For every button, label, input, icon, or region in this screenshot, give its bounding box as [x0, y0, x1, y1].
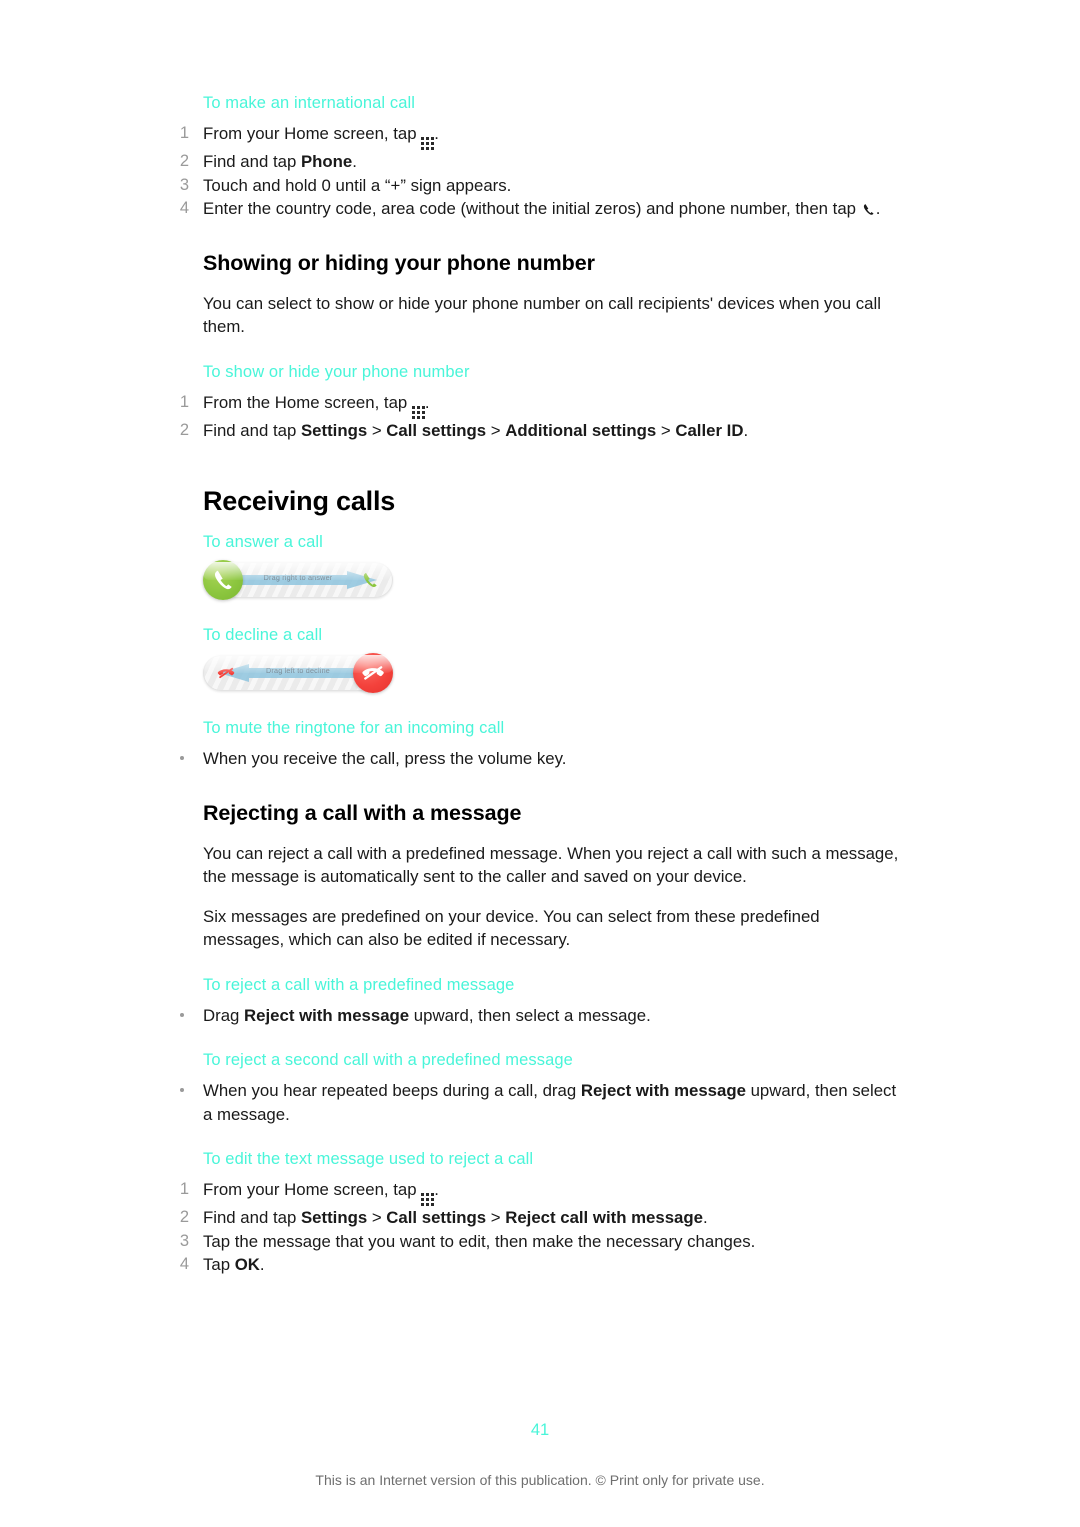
drag-left-to-decline-slider: Drag left to decline: [203, 651, 393, 695]
bullet-dot-icon: [180, 1088, 184, 1092]
step-text-tail: .: [743, 420, 749, 440]
steps-international-call: 1 From your Home screen, tap . 2 Find an…: [176, 122, 904, 221]
bullet-text: When you hear repeated beeps during a ca…: [203, 1081, 581, 1100]
list-item: When you hear repeated beeps during a ca…: [176, 1079, 904, 1126]
app-grid-icon: [411, 405, 425, 419]
step-text: Find and tap: [203, 152, 301, 171]
steps-edit-reject-text-message: 1 From your Home screen, tap . 2 Find an…: [176, 1178, 904, 1277]
bullet-dot-icon: [180, 1012, 184, 1017]
step-number: 3: [179, 1231, 189, 1250]
step-item: 2 Find and tap Phone.: [176, 150, 904, 174]
step-number: 4: [179, 199, 189, 217]
list-item: Drag Reject with message upward, then se…: [176, 1004, 904, 1028]
step-text: From your Home screen, tap: [203, 1180, 422, 1199]
step-item: 1 From the Home screen, tap .: [176, 391, 904, 419]
menu-path-call-settings: Call settings: [386, 1208, 487, 1227]
step-text: Tap: [203, 1255, 235, 1274]
page-content: To make an international call 1 From you…: [176, 94, 904, 1277]
step-number: 4: [179, 1255, 189, 1273]
heading-to-answer-a-call: To answer a call: [203, 533, 323, 551]
step-text-tail: .: [352, 152, 357, 171]
heading-to-make-an-international-call: To make an international call: [203, 94, 416, 112]
bullet-text: When you receive the call, press the vol…: [203, 749, 567, 768]
step-number: 1: [179, 1180, 189, 1198]
step-item: 3 Tap the message that you want to edit,…: [176, 1230, 904, 1254]
step-number: 2: [179, 420, 189, 439]
document-page: To make an international call 1 From you…: [0, 0, 1080, 1527]
step-text-tail: .: [424, 392, 430, 412]
heading-to-mute-the-ringtone: To mute the ringtone for an incoming cal…: [203, 719, 505, 737]
phone-handset-icon: [861, 202, 876, 217]
list-item: When you receive the call, press the vol…: [176, 747, 904, 771]
ui-label-ok: OK: [234, 1255, 260, 1274]
bullets-mute-ringtone: When you receive the call, press the vol…: [176, 747, 904, 771]
step-text: From the Home screen, tap: [203, 392, 412, 412]
step-item: 2 Find and tap Settings > Call settings …: [176, 1206, 904, 1230]
step-item: 4 Enter the country code, area code (wit…: [176, 197, 904, 221]
step-text: Tap the message that you want to edit, t…: [203, 1231, 756, 1251]
step-item: 3 Touch and hold 0 until a “+” sign appe…: [176, 174, 904, 198]
bullet-text-tail: upward, then select a message.: [409, 1005, 651, 1025]
step-item: 1 From your Home screen, tap .: [176, 1178, 904, 1206]
decline-call-knob: [353, 653, 393, 693]
heading-to-reject-a-second-call-with-a-predefined-message: To reject a second call with a predefine…: [203, 1051, 573, 1069]
step-text-tail: .: [434, 124, 439, 143]
menu-path-caller-id: Caller ID: [675, 420, 744, 440]
section-title-rejecting-a-call-with-a-message: Rejecting a call with a message: [203, 800, 522, 825]
paragraph-showing-hiding-intro: You can select to show or hide your phon…: [203, 293, 881, 337]
step-number: 1: [179, 124, 189, 142]
step-text: Enter the country code, area code (witho…: [203, 199, 861, 218]
ui-label-reject-with-message: Reject with message: [244, 1005, 410, 1025]
menu-path-separator: >: [656, 420, 676, 440]
menu-path-additional-settings: Additional settings: [505, 420, 657, 440]
step-text-tail: .: [875, 199, 881, 218]
menu-path-separator: >: [486, 1208, 506, 1227]
page-number: 41: [530, 1421, 550, 1439]
app-grid-icon: [421, 1193, 435, 1206]
menu-path-separator: >: [367, 420, 387, 440]
answer-call-knob: [203, 560, 243, 600]
drag-right-to-answer-slider: Drag right to answer: [203, 558, 393, 602]
step-item: 4 Tap OK.: [176, 1253, 904, 1277]
ui-label-reject-with-message: Reject with message: [580, 1081, 746, 1100]
bullet-text: Drag: [203, 1005, 245, 1025]
step-text-tail: .: [702, 1208, 708, 1227]
paragraph-rejecting-1: You can reject a call with a predefined …: [203, 843, 899, 887]
step-item: 2 Find and tap Settings > Call settings …: [176, 419, 904, 443]
phone-decline-icon: [216, 663, 236, 683]
heading-to-show-or-hide-your-phone-number: To show or hide your phone number: [203, 362, 470, 381]
bullet-dot-icon: [180, 756, 184, 760]
ui-label-phone: Phone: [300, 152, 353, 171]
step-number: 2: [179, 152, 189, 170]
step-text: Touch and hold 0 until a “+” sign appear…: [203, 175, 512, 195]
menu-path-separator: >: [367, 1208, 387, 1227]
step-text: Find and tap: [203, 1208, 301, 1227]
bullets-reject-second-call: When you hear repeated beeps during a ca…: [176, 1079, 904, 1126]
section-title-receiving-calls: Receiving calls: [203, 486, 396, 516]
step-number: 1: [179, 392, 189, 411]
bullets-reject-predefined: Drag Reject with message upward, then se…: [176, 1004, 904, 1028]
heading-to-decline-a-call: To decline a call: [203, 626, 323, 644]
footer-disclaimer: This is an Internet version of this publ…: [315, 1472, 765, 1488]
step-text-tail: .: [434, 1180, 439, 1199]
steps-show-hide-phone-number: 1 From the Home screen, tap . 2 Find and…: [176, 391, 904, 443]
step-text-tail: .: [259, 1255, 265, 1274]
step-text: Find and tap: [203, 420, 301, 440]
menu-path-settings: Settings: [300, 1208, 368, 1227]
menu-path-separator: >: [486, 420, 506, 440]
paragraph-rejecting-2: Six messages are predefined on your devi…: [203, 906, 820, 950]
heading-to-reject-a-call-with-a-predefined-message: To reject a call with a predefined messa…: [203, 975, 515, 994]
menu-path-reject-call-with-message: Reject call with message: [505, 1208, 703, 1227]
step-item: 1 From your Home screen, tap .: [176, 122, 904, 150]
section-title-showing-or-hiding-your-phone-number: Showing or hiding your phone number: [203, 250, 595, 275]
menu-path-settings: Settings: [300, 420, 368, 440]
heading-to-edit-the-text-message-used-to-reject-a-call: To edit the text message used to reject …: [203, 1150, 534, 1168]
step-number: 3: [179, 175, 189, 194]
step-text: From your Home screen, tap: [203, 124, 422, 143]
step-number: 2: [179, 1208, 189, 1226]
app-grid-icon: [421, 137, 435, 150]
phone-answer-icon: [360, 570, 380, 590]
menu-path-call-settings: Call settings: [386, 420, 487, 440]
